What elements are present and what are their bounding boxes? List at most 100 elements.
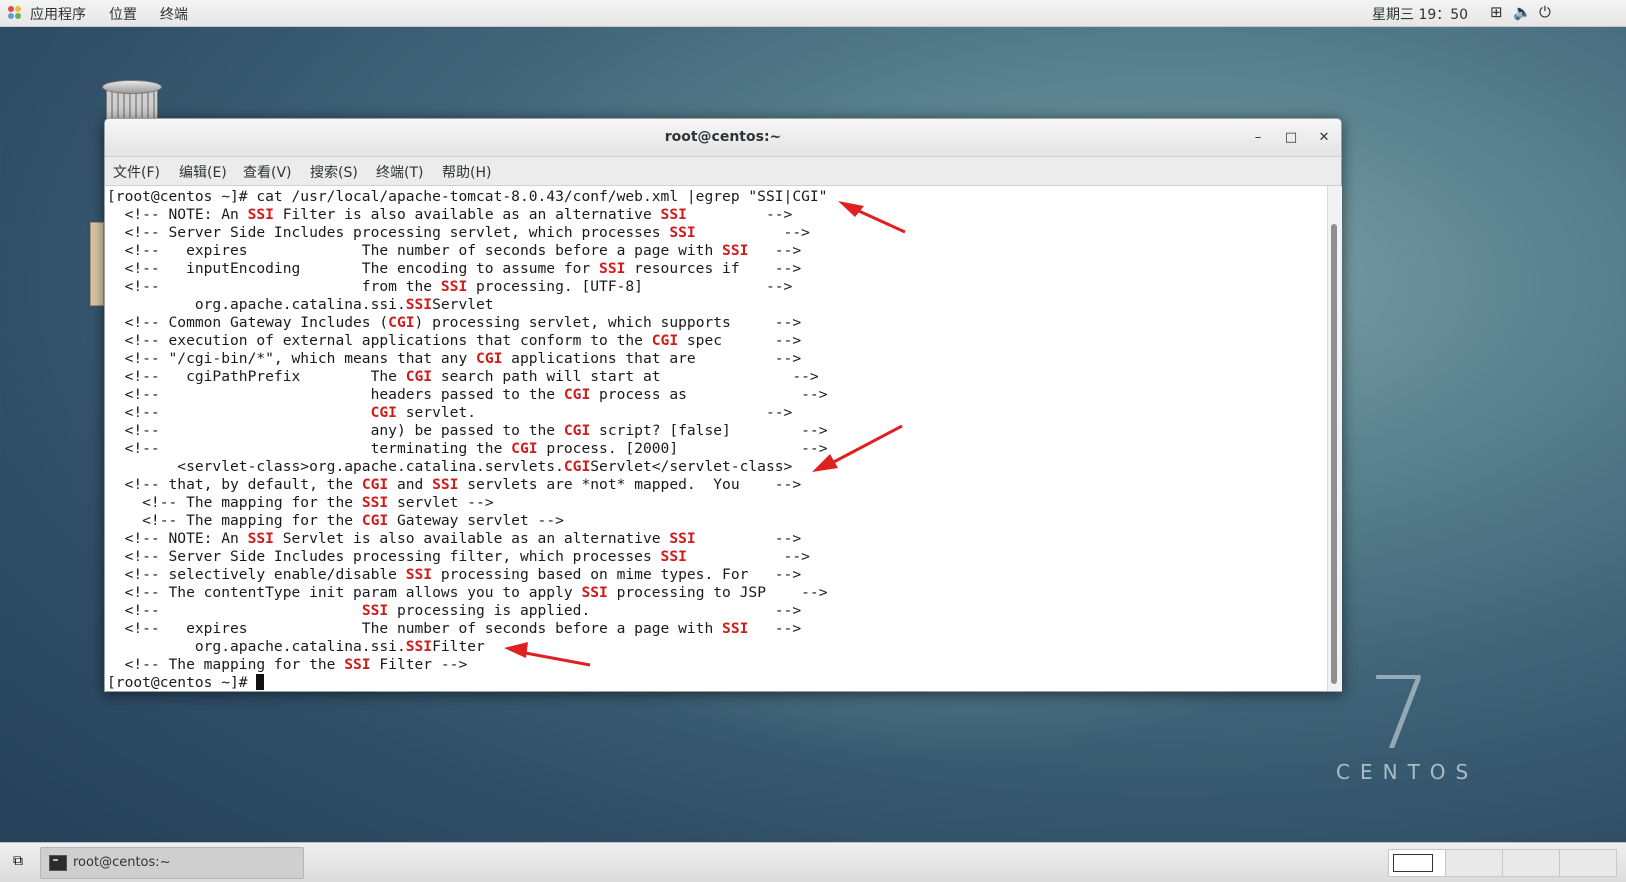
match-highlight: SSI <box>361 602 389 619</box>
line-text: servlet. --> <box>396 404 793 421</box>
line-text: <!-- terminating the <box>107 440 512 457</box>
taskbar-terminal-item[interactable]: root@centos:~ <box>40 847 304 879</box>
match-highlight: SSI <box>599 260 626 277</box>
terminal-output[interactable]: [root@centos ~]# cat /usr/local/apache-t… <box>105 186 1327 691</box>
line-text: <!-- <box>107 602 362 619</box>
match-highlight: CGI <box>361 512 389 529</box>
match-highlight: SSI <box>405 566 433 583</box>
line-text: servlets are *not* mapped. You --> <box>458 476 802 493</box>
trash-icon[interactable] <box>102 80 162 124</box>
terminal-output-line: <servlet-class>org.apache.catalina.servl… <box>107 458 792 476</box>
show-desktop-icon[interactable]: ⧉ <box>8 853 28 871</box>
terminal-output-line: <!-- any) be passed to the CGI script? [… <box>107 422 828 440</box>
folder-icon[interactable] <box>90 222 104 306</box>
terminal-output-line: <!-- expires The number of seconds befor… <box>107 242 802 260</box>
match-highlight: CGI <box>388 314 415 331</box>
line-text: <!-- that, by default, the <box>107 476 362 493</box>
terminal-app-menu[interactable]: 终端 <box>160 4 188 24</box>
terminal-output-line: org.apache.catalina.ssi.SSIFilter <box>107 638 485 656</box>
applications-menu[interactable]: 应用程序 <box>30 4 86 24</box>
line-text: <!-- The mapping for the <box>107 656 345 673</box>
line-text: <!-- expires The number of seconds befor… <box>107 620 723 637</box>
centos-logo-number: 7 <box>1368 655 1432 772</box>
line-text: <!-- NOTE: An <box>107 530 248 547</box>
line-text: --> <box>748 620 802 637</box>
line-text: applications that are --> <box>502 350 802 367</box>
bottom-panel: ⧉ root@centos:~ <box>0 842 1626 882</box>
places-menu[interactable]: 位置 <box>109 4 137 24</box>
terminal-scrollbar[interactable] <box>1327 186 1342 691</box>
line-text: <!-- NOTE: An <box>107 206 248 223</box>
terminal-output-line: <!-- The mapping for the SSI Filter --> <box>107 656 468 674</box>
line-text: --> <box>686 548 810 565</box>
window-titlebar[interactable]: root@centos:~ – □ ✕ <box>105 119 1341 157</box>
terminal-output-line: <!-- Server Side Includes processing fil… <box>107 548 810 566</box>
menu-file[interactable]: 文件(F) <box>113 162 160 182</box>
menu-bar: 文件(F) 编辑(E) 查看(V) 搜索(S) 终端(T) 帮助(H) <box>105 157 1341 186</box>
match-highlight: SSI <box>344 656 371 673</box>
terminal-output-line: org.apache.catalina.ssi.SSIServlet <box>107 296 494 314</box>
line-text: ) processing servlet, which supports --> <box>414 314 802 331</box>
match-highlight: SSI <box>669 530 696 547</box>
terminal-output-line: <!-- inputEncoding The encoding to assum… <box>107 260 802 278</box>
volume-icon[interactable]: 🔈 <box>1513 3 1532 21</box>
network-icon[interactable]: ⊞ <box>1490 3 1503 21</box>
line-text: <!-- inputEncoding The encoding to assum… <box>107 260 600 277</box>
match-highlight: SSI <box>405 638 433 655</box>
terminal-output-line: <!-- execution of external applications … <box>107 332 802 350</box>
terminal-output-line: <!-- from the SSI processing. [UTF-8] --… <box>107 278 793 296</box>
terminal-prompt-line: [root@centos ~]# <box>107 674 265 691</box>
line-text: <!-- Server Side Includes processing ser… <box>107 224 670 241</box>
line-text: <!-- cgiPathPrefix The <box>107 368 406 385</box>
match-highlight: SSI <box>247 530 274 547</box>
terminal-output-line: <!-- expires The number of seconds befor… <box>107 620 802 638</box>
terminal-icon <box>49 855 67 871</box>
match-highlight: CGI <box>405 368 433 385</box>
centos-logo-text: CENTOS <box>1336 760 1479 784</box>
line-text: <!-- expires The number of seconds befor… <box>107 242 723 259</box>
terminal-output-line: <!-- The mapping for the CGI Gateway ser… <box>107 512 564 530</box>
match-highlight: CGI <box>563 386 591 403</box>
scrollbar-thumb[interactable] <box>1331 224 1337 684</box>
terminal-prompt-line: [root@centos ~]# cat /usr/local/apache-t… <box>107 188 827 206</box>
match-highlight: SSI <box>722 242 749 259</box>
terminal-output-line: <!-- that, by default, the CGI and SSI s… <box>107 476 802 494</box>
minimize-button[interactable]: – <box>1247 127 1269 149</box>
match-highlight: SSI <box>440 278 468 295</box>
terminal-window: root@centos:~ – □ ✕ 文件(F) 编辑(E) 查看(V) 搜索… <box>104 118 1342 692</box>
terminal-output-line: <!-- "/cgi-bin/*", which means that any … <box>107 350 802 368</box>
line-text: Servlet is also available as an alternat… <box>273 530 670 547</box>
match-highlight: SSI <box>660 206 687 223</box>
menu-edit[interactable]: 编辑(E) <box>179 162 227 182</box>
match-highlight: CGI <box>361 476 389 493</box>
line-text: Servlet</servlet-class> <box>590 458 793 475</box>
line-text: <!-- execution of external applications … <box>107 332 652 349</box>
line-text: <!-- selectively enable/disable <box>107 566 406 583</box>
match-highlight: SSI <box>361 494 389 511</box>
window-title: root@centos:~ <box>664 129 782 145</box>
menu-search[interactable]: 搜索(S) <box>310 162 358 182</box>
maximize-button[interactable]: □ <box>1280 127 1302 149</box>
terminal-output-line: <!-- CGI servlet. --> <box>107 404 793 422</box>
taskbar-terminal-label: root@centos:~ <box>73 855 171 870</box>
menu-terminal[interactable]: 终端(T) <box>376 162 423 182</box>
menu-help[interactable]: 帮助(H) <box>442 162 491 182</box>
workspace-4[interactable] <box>1559 849 1617 877</box>
line-text: Filter --> <box>370 656 468 673</box>
match-highlight: SSI <box>581 584 608 601</box>
line-text: [root@centos ~]# cat /usr/local/apache-t… <box>107 188 828 205</box>
line-text: --> <box>695 530 802 547</box>
menu-view[interactable]: 查看(V) <box>243 162 292 182</box>
power-icon[interactable]: ⏻ <box>1539 3 1551 21</box>
line-text: --> <box>686 206 793 223</box>
workspace-3[interactable] <box>1502 849 1560 877</box>
close-button[interactable]: ✕ <box>1313 127 1335 149</box>
top-panel: 应用程序 位置 终端 星期三 19：50 ⊞ 🔈 ⏻ <box>0 0 1626 27</box>
line-text: [root@centos ~]# <box>107 674 257 691</box>
line-text: <!-- The mapping for the <box>107 512 362 529</box>
clock[interactable]: 星期三 19：50 <box>1372 4 1468 24</box>
workspace-1[interactable] <box>1388 849 1446 877</box>
terminal-output-line: <!-- headers passed to the CGI process a… <box>107 386 828 404</box>
line-text: <!-- "/cgi-bin/*", which means that any <box>107 350 477 367</box>
workspace-2[interactable] <box>1445 849 1503 877</box>
